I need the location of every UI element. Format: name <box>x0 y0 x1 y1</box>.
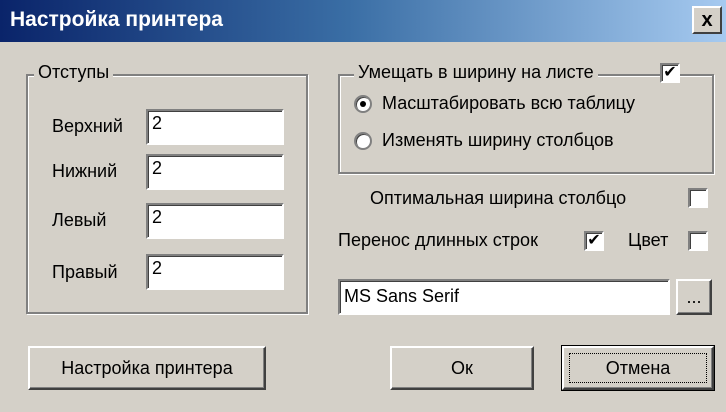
cancel-button[interactable]: Отмена <box>561 345 715 391</box>
font-name-field[interactable]: MS Sans Serif <box>338 279 670 315</box>
bottom-margin-label: Нижний <box>52 161 118 181</box>
close-icon: x <box>701 9 713 31</box>
right-margin-label: Правый <box>52 262 118 282</box>
fit-width-group <box>338 74 714 174</box>
font-browse-button[interactable]: ... <box>676 279 712 315</box>
left-margin-input[interactable]: 2 <box>146 203 284 239</box>
right-margin-input[interactable]: 2 <box>146 254 284 290</box>
change-column-width-radio[interactable] <box>354 132 372 150</box>
close-button[interactable]: x <box>692 6 722 34</box>
ok-button[interactable]: Ок <box>390 346 534 390</box>
left-margin-label: Левый <box>52 210 107 230</box>
color-label: Цвет <box>628 230 669 250</box>
focus-rectangle <box>569 353 707 383</box>
fit-width-legend: Умещать в ширину на листе <box>354 62 598 83</box>
wrap-long-lines-checkbox[interactable]: ✔ <box>584 231 604 251</box>
title-bar: Настройка принтера x <box>0 0 726 42</box>
printer-setup-dialog: Настройка принтера x Отступы Верхний 2 Н… <box>0 0 726 412</box>
fit-width-checkbox[interactable]: ✔ <box>660 63 680 83</box>
optimal-width-label: Оптимальная ширина столбцо <box>370 188 627 208</box>
wrap-long-lines-label: Перенос длинных строк <box>338 230 538 250</box>
printer-setup-button[interactable]: Настройка принтера <box>28 346 266 390</box>
margins-legend: Отступы <box>34 62 114 83</box>
color-checkbox[interactable] <box>688 231 708 251</box>
top-margin-input[interactable]: 2 <box>146 109 284 145</box>
scale-table-label: Масштабировать всю таблицу <box>382 93 635 113</box>
scale-table-radio[interactable] <box>354 95 372 113</box>
optimal-width-checkbox[interactable] <box>688 188 708 208</box>
bottom-margin-input[interactable]: 2 <box>146 154 284 190</box>
change-column-width-label: Изменять ширину столбцов <box>382 130 614 150</box>
top-margin-label: Верхний <box>52 116 123 136</box>
window-title: Настройка принтера <box>10 8 223 31</box>
radio-selected-dot <box>360 101 366 107</box>
